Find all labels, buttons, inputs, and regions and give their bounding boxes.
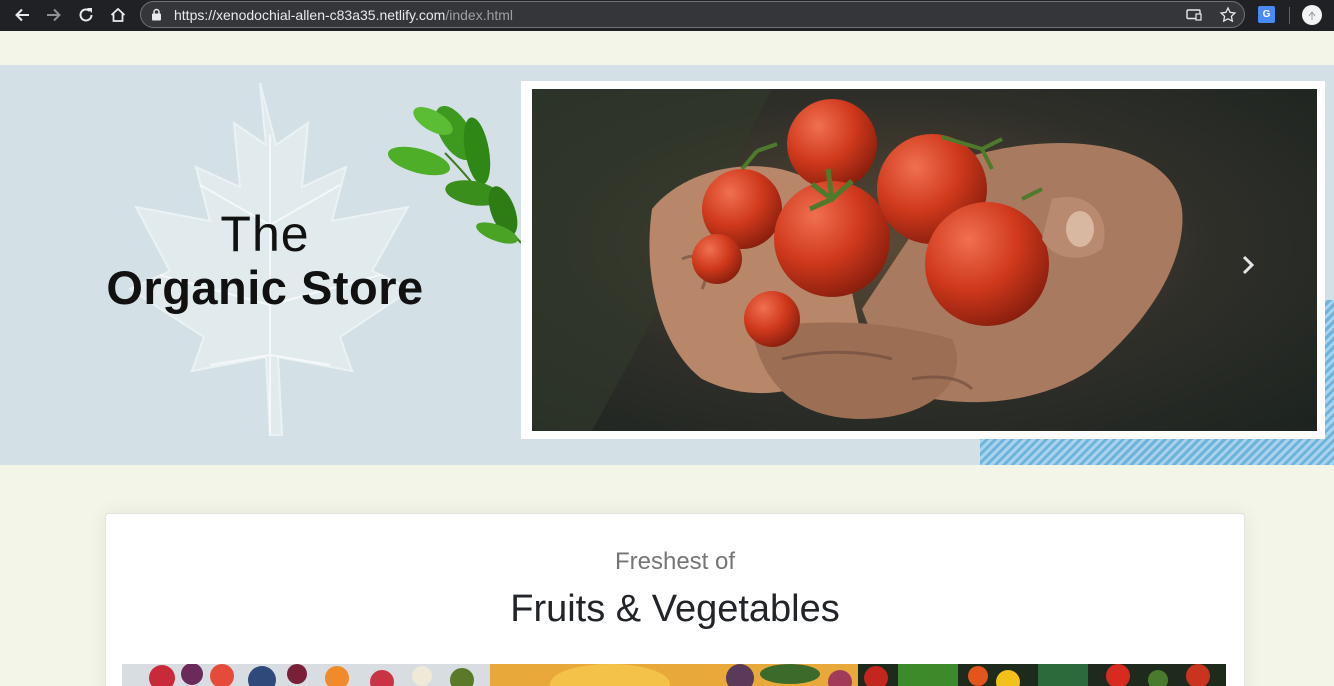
section-subtitle: Freshest of bbox=[614, 548, 736, 575]
section-title: Fruits & Vegetables bbox=[510, 588, 840, 630]
fruit-bowls-photo[interactable] bbox=[122, 664, 490, 686]
lock-icon bbox=[151, 8, 162, 26]
url-text[interactable]: https://xenodochial-allen-c83a35.netlify… bbox=[174, 7, 513, 23]
toolbar-divider bbox=[1289, 7, 1290, 24]
url-path: /index.html bbox=[445, 7, 514, 23]
chevron-right-icon bbox=[1242, 255, 1255, 275]
back-icon[interactable] bbox=[10, 3, 34, 27]
produce-basket-photo[interactable] bbox=[490, 664, 858, 686]
intro-card: Freshest of Fruits & Vegetables bbox=[105, 513, 1245, 686]
carousel[interactable] bbox=[521, 81, 1325, 439]
hero-section: The Organic Store bbox=[0, 65, 1334, 465]
carousel-next-button[interactable] bbox=[1236, 253, 1260, 277]
carousel-slide-image bbox=[532, 89, 1317, 431]
reload-icon[interactable] bbox=[74, 3, 98, 27]
product-gallery bbox=[122, 664, 1227, 686]
brand-title-line2: Organic Store bbox=[106, 261, 424, 314]
home-icon[interactable] bbox=[106, 3, 130, 27]
green-leaves-icon bbox=[387, 105, 522, 244]
browser-toolbar: https://xenodochial-allen-c83a35.netlify… bbox=[0, 0, 1334, 31]
url-host: https://xenodochial-allen-c83a35.netlify… bbox=[174, 7, 446, 23]
vegetables-market-photo[interactable] bbox=[858, 664, 1226, 686]
forward-icon[interactable] bbox=[42, 3, 66, 27]
profile-icon[interactable] bbox=[1302, 5, 1322, 25]
site-header-strip bbox=[0, 31, 1334, 65]
star-icon[interactable] bbox=[1219, 6, 1237, 29]
translate-extension-icon[interactable]: G bbox=[1258, 6, 1275, 23]
cast-icon[interactable] bbox=[1185, 6, 1203, 29]
address-bar[interactable]: https://xenodochial-allen-c83a35.netlify… bbox=[140, 1, 1245, 28]
